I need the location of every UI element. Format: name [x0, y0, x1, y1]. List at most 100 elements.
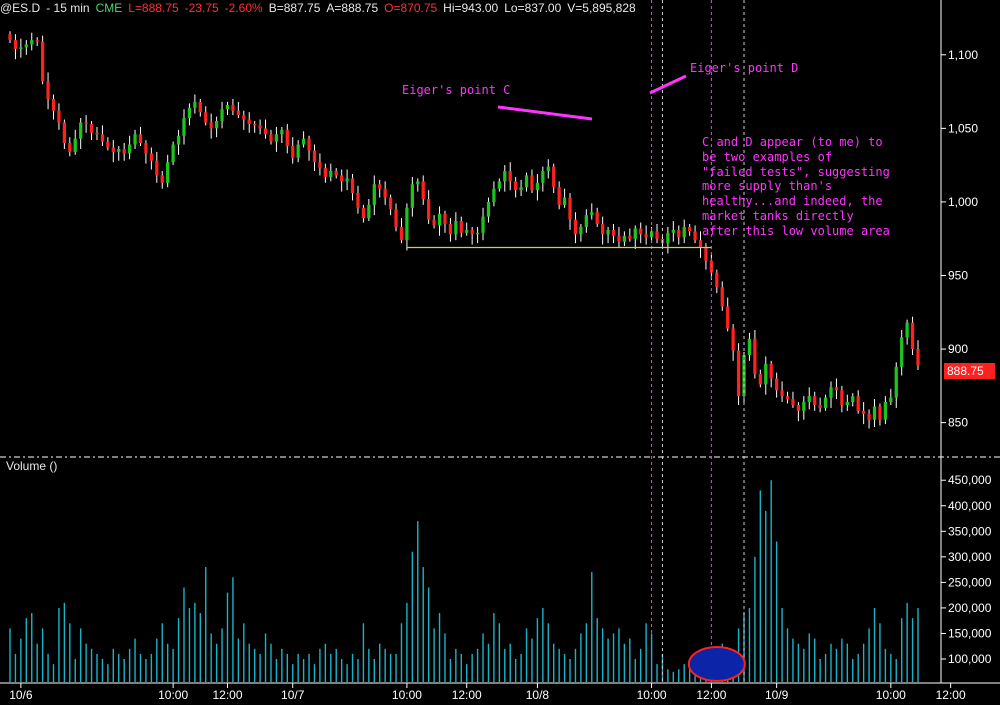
candle-body — [30, 40, 34, 45]
open-price: O=870.75 — [384, 1, 438, 15]
candle-body — [410, 184, 414, 208]
time-tick-label: 10:00 — [637, 688, 667, 702]
candle-body — [307, 138, 311, 151]
candle-body — [579, 226, 583, 235]
candle-body — [144, 143, 148, 154]
candle-body — [84, 122, 88, 124]
candle-body — [546, 166, 550, 172]
candle-body — [133, 134, 137, 145]
candle-body — [356, 193, 360, 208]
candle-body — [51, 98, 56, 111]
candle-body — [35, 40, 39, 42]
candle-body — [160, 175, 164, 183]
time-tick-label: 10:00 — [876, 688, 906, 702]
volume-tick-label: 400,000 — [948, 499, 992, 513]
candle-body — [106, 141, 110, 148]
low-volume-circle — [687, 646, 746, 682]
candle-body — [802, 402, 806, 411]
candle-body — [764, 363, 768, 385]
candle-body — [361, 207, 366, 219]
candle-body — [622, 235, 627, 242]
candle-body — [785, 396, 790, 400]
candle-body — [448, 223, 453, 235]
candle-body — [840, 390, 844, 405]
candle-body — [214, 120, 219, 129]
candle-body — [291, 146, 295, 158]
low-price: Lo=837.00 — [504, 1, 562, 15]
candle-body — [204, 112, 208, 123]
candle-body — [704, 247, 708, 261]
candle-body — [8, 34, 12, 41]
candle-body — [535, 182, 540, 191]
candle-body — [780, 390, 784, 397]
candle-body — [644, 234, 648, 238]
candle-body — [334, 171, 338, 176]
candle-body — [861, 410, 866, 414]
candle-body — [296, 144, 300, 158]
candle-body — [13, 40, 18, 49]
price-tick-label: 1,100 — [948, 48, 978, 62]
candle-body — [122, 148, 126, 154]
candle-body — [883, 402, 888, 420]
price-volume-chart[interactable]: 850 900 950 1,000 1,050 1,100 100,000 150,000 2… — [0, 0, 1000, 705]
candle-body — [492, 188, 496, 202]
candle-body — [514, 181, 518, 191]
candle-body — [421, 181, 425, 199]
point-c-arrow — [497, 105, 593, 121]
volume-axis: 100,000 150,000 200,000 250,000 300,000 350,0… — [941, 473, 992, 666]
candle-body — [508, 171, 512, 182]
last-price-tag: 888.75 — [944, 363, 995, 379]
candle-body — [497, 181, 501, 189]
candle-body — [269, 134, 273, 142]
candle-body — [747, 338, 752, 355]
candle-body — [329, 171, 333, 177]
bid-price: B=887.75 — [268, 1, 321, 15]
candle-body — [242, 115, 246, 120]
time-axis: 10/6 10:00 12:00 10/7 10:00 12:00 10/8 10:00 12:… — [9, 683, 966, 702]
candle-body — [100, 134, 105, 142]
candle-body — [117, 148, 121, 152]
candle-body — [845, 402, 849, 405]
price-tick-label: 1,050 — [948, 121, 978, 135]
candle-body — [503, 171, 507, 182]
candle-body — [666, 232, 670, 244]
candle-body — [617, 235, 621, 242]
candle-body — [562, 197, 567, 205]
candle-body — [318, 162, 322, 169]
candle-body — [62, 122, 67, 144]
time-tick-label: 10/8 — [526, 688, 550, 702]
candle-body — [182, 118, 186, 136]
candle-body — [590, 212, 594, 216]
time-tick-label: 12:00 — [936, 688, 966, 702]
candle-body — [209, 122, 213, 129]
candle-body — [889, 397, 893, 403]
candle-body — [715, 272, 719, 288]
candle-body — [68, 143, 72, 152]
candle-body — [639, 228, 643, 235]
candle-body — [867, 413, 871, 420]
candle-body — [519, 187, 523, 191]
candle-body — [454, 221, 458, 235]
volume-bars — [9, 480, 919, 682]
candle-body — [345, 178, 349, 182]
price-tick-label: 950 — [948, 268, 968, 282]
candle-body — [427, 198, 431, 220]
candle-body — [726, 306, 730, 329]
volume-pane-title: Volume () — [6, 459, 58, 473]
candle-body — [878, 406, 882, 420]
candle-body — [323, 168, 327, 177]
time-tick-label: 10/9 — [765, 688, 789, 702]
candle-body — [57, 110, 61, 123]
candle-body — [231, 104, 235, 111]
candle-body — [405, 207, 409, 241]
candle-body — [388, 197, 393, 210]
candle-body — [698, 240, 703, 248]
quote-header: @ES.D - 15 min CME L=888.75 -23.75 -2.60% B=88… — [0, 0, 642, 16]
percent-change: -2.60% — [224, 1, 263, 15]
volume-tick-label: 350,000 — [948, 524, 992, 538]
candle-body — [481, 216, 485, 233]
price-tick-label: 1,000 — [948, 195, 978, 209]
candle-body — [253, 123, 257, 126]
candle-body — [138, 134, 143, 144]
volume-tick-label: 200,000 — [948, 601, 992, 615]
